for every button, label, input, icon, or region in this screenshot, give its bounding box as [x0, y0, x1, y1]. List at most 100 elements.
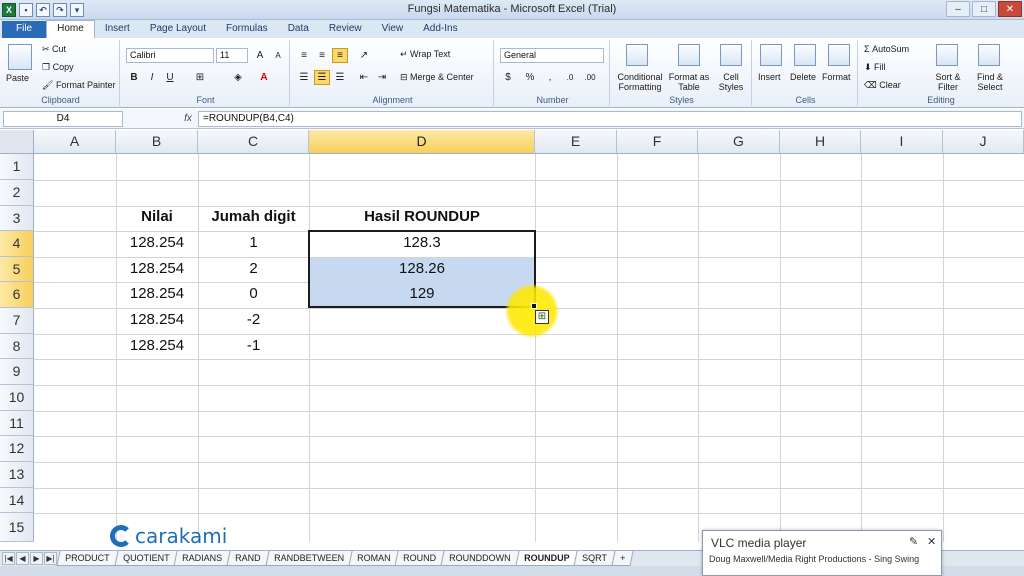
fill-handle[interactable]	[531, 303, 537, 309]
comma-icon[interactable]: ,	[542, 70, 558, 85]
align-right-icon[interactable]: ☰	[332, 70, 348, 85]
conditional-formatting-button[interactable]: Conditional Formatting	[614, 72, 666, 92]
borders-icon[interactable]: ⊞	[192, 70, 208, 85]
cell-b5[interactable]: 128.254	[116, 260, 198, 277]
column-header-d[interactable]: D	[309, 130, 535, 154]
italic-icon[interactable]: I	[144, 70, 160, 85]
prev-sheet-icon[interactable]: ◀	[16, 552, 29, 565]
header-hasil-roundup[interactable]: Hasil ROUNDUP	[309, 208, 535, 225]
tab-formulas[interactable]: Formulas	[216, 21, 278, 38]
sheet-tab-quotient[interactable]: QUOTIENT	[113, 551, 178, 566]
shrink-font-icon[interactable]: A	[270, 48, 286, 63]
cut-button[interactable]: ✂ Cut	[42, 44, 66, 55]
pin-icon[interactable]: ✎	[909, 535, 918, 548]
cell-b6[interactable]: 128.254	[116, 285, 198, 302]
align-bottom-icon[interactable]: ≡	[332, 48, 348, 63]
sheet-tab-product[interactable]: PRODUCT	[56, 551, 119, 566]
select-all-corner[interactable]	[0, 130, 34, 154]
orientation-icon[interactable]: ↗	[356, 48, 372, 63]
grow-font-icon[interactable]: A	[252, 48, 268, 63]
find-select-button[interactable]: Find & Select	[970, 72, 1010, 92]
cell-b7[interactable]: 128.254	[116, 311, 198, 328]
bold-icon[interactable]: B	[126, 70, 142, 85]
conditional-formatting-icon[interactable]	[626, 44, 648, 66]
format-as-table-button[interactable]: Format as Table	[668, 72, 710, 92]
column-header-f[interactable]: F	[617, 130, 698, 154]
currency-icon[interactable]: $	[500, 70, 516, 85]
close-icon[interactable]: ✕	[998, 1, 1022, 17]
sheet-tab-randbetween[interactable]: RANDBETWEEN	[264, 551, 353, 566]
tab-add-ins[interactable]: Add-Ins	[413, 21, 467, 38]
font-name-select[interactable]: Calibri	[126, 48, 214, 63]
tab-insert[interactable]: Insert	[95, 21, 140, 38]
cell-b8[interactable]: 128.254	[116, 337, 198, 354]
font-color-icon[interactable]: A	[256, 70, 272, 85]
cell-b4[interactable]: 128.254	[116, 234, 198, 251]
align-left-icon[interactable]: ☰	[296, 70, 312, 85]
first-sheet-icon[interactable]: |◀	[2, 552, 15, 565]
column-header-e[interactable]: E	[535, 130, 617, 154]
tab-page-layout[interactable]: Page Layout	[140, 21, 216, 38]
insert-cells-icon[interactable]	[760, 44, 782, 66]
row-header-14[interactable]: 14	[0, 488, 34, 513]
format-cells-icon[interactable]	[828, 44, 850, 66]
find-select-icon[interactable]	[978, 44, 1000, 66]
increase-decimal-icon[interactable]: .0	[562, 70, 578, 85]
insert-function-icon[interactable]: fx	[180, 111, 196, 127]
align-top-icon[interactable]: ≡	[296, 48, 312, 63]
sheet-tab-roundup[interactable]: ROUNDUP	[514, 551, 578, 566]
align-center-icon[interactable]: ☰	[314, 70, 330, 85]
merge-center-button[interactable]: ⊟ Merge & Center	[400, 72, 474, 83]
notification-close-icon[interactable]: ✕	[927, 535, 936, 548]
autosum-button[interactable]: Σ AutoSum	[864, 44, 909, 54]
cell-c8[interactable]: -1	[198, 337, 309, 354]
sheet-tab-radians[interactable]: RADIANS	[173, 551, 231, 566]
column-header-b[interactable]: B	[116, 130, 198, 154]
column-header-c[interactable]: C	[198, 130, 309, 154]
last-sheet-icon[interactable]: ▶|	[44, 552, 57, 565]
tab-file[interactable]: File	[2, 21, 47, 38]
row-header-1[interactable]: 1	[0, 154, 34, 180]
sheet-tab-roman[interactable]: ROMAN	[347, 551, 399, 566]
align-middle-icon[interactable]: ≡	[314, 48, 330, 63]
insert-cells-button[interactable]: Insert	[758, 72, 781, 82]
row-header-5[interactable]: 5	[0, 257, 34, 282]
header-jumlah-digit[interactable]: Jumah digit	[198, 208, 309, 225]
name-box[interactable]: D4	[3, 111, 123, 127]
next-sheet-icon[interactable]: ▶	[30, 552, 43, 565]
row-header-3[interactable]: 3	[0, 206, 34, 231]
paste-icon[interactable]	[8, 44, 32, 70]
cell-c4[interactable]: 1	[198, 234, 309, 251]
delete-cells-button[interactable]: Delete	[790, 72, 816, 82]
row-header-7[interactable]: 7	[0, 308, 34, 334]
sheet-tab-round[interactable]: ROUND	[394, 551, 445, 566]
column-header-a[interactable]: A	[34, 130, 116, 154]
vlc-notification[interactable]: VLC media player ✎ ✕ Doug Maxwell/Media …	[702, 530, 942, 576]
number-format-select[interactable]: General	[500, 48, 604, 63]
percent-icon[interactable]: %	[522, 70, 538, 85]
row-header-8[interactable]: 8	[0, 334, 34, 359]
sheet-tab-rand[interactable]: RAND	[226, 551, 270, 566]
row-header-4[interactable]: 4	[0, 231, 34, 257]
sort-filter-button[interactable]: Sort & Filter	[928, 72, 968, 92]
tab-review[interactable]: Review	[319, 21, 372, 38]
cell-c7[interactable]: -2	[198, 311, 309, 328]
format-cells-button[interactable]: Format	[822, 72, 851, 82]
tab-data[interactable]: Data	[278, 21, 319, 38]
copy-button[interactable]: ❐ Copy	[42, 62, 74, 73]
format-painter-button[interactable]: 🖌 Format Painter	[42, 80, 115, 91]
row-header-9[interactable]: 9	[0, 359, 34, 385]
auto-fill-options-icon[interactable]: ⊞	[535, 310, 549, 324]
tab-view[interactable]: View	[372, 21, 414, 38]
row-header-13[interactable]: 13	[0, 462, 34, 488]
column-header-j[interactable]: J	[943, 130, 1024, 154]
sheet-tab-rounddown[interactable]: ROUNDDOWN	[440, 551, 520, 566]
decrease-decimal-icon[interactable]: .00	[582, 70, 598, 85]
row-header-6[interactable]: 6	[0, 282, 34, 308]
increase-indent-icon[interactable]: ⇥	[374, 70, 390, 85]
formula-input[interactable]: =ROUNDUP(B4,C4)	[198, 111, 1022, 127]
row-header-10[interactable]: 10	[0, 385, 34, 411]
minimize-icon[interactable]: –	[946, 1, 970, 17]
header-nilai[interactable]: Nilai	[116, 208, 198, 225]
clear-button[interactable]: ⌫ Clear	[864, 80, 901, 91]
